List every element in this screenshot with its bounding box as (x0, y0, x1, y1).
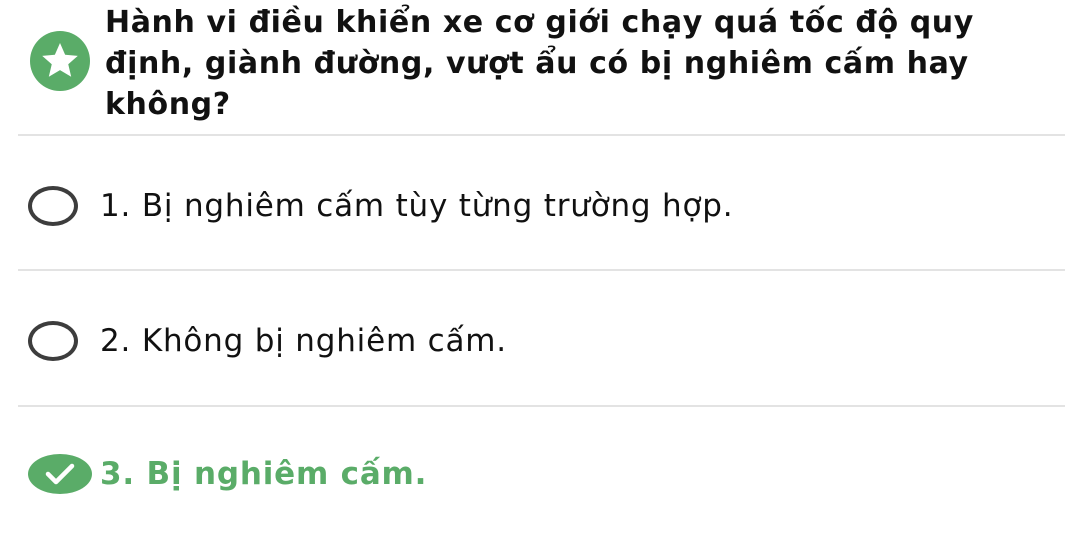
answer-option-3-correct[interactable]: 3. Bị nghiêm cấm. (0, 420, 1079, 540)
question-text: Hành vi điều khiển xe cơ giới chạy quá t… (105, 5, 974, 122)
radio-button-icon[interactable] (28, 321, 78, 361)
radio-button-icon[interactable] (28, 186, 78, 226)
answer-option-label: 3. Bị nghiêm cấm. (100, 456, 428, 492)
star-icon (30, 31, 90, 91)
answer-option-label: 1. Bị nghiêm cấm tùy từng trường hợp. (100, 188, 734, 224)
check-icon[interactable] (28, 454, 92, 494)
answer-option-label: 2. Không bị nghiêm cấm. (100, 323, 507, 359)
divider (18, 134, 1065, 136)
divider (18, 405, 1065, 407)
question-block: Hành vi điều khiển xe cơ giới chạy quá t… (0, 0, 1079, 134)
divider (18, 269, 1065, 271)
answer-option-2[interactable]: 2. Không bị nghiêm cấm. (0, 285, 1079, 405)
answer-option-1[interactable]: 1. Bị nghiêm cấm tùy từng trường hợp. (0, 150, 1079, 270)
